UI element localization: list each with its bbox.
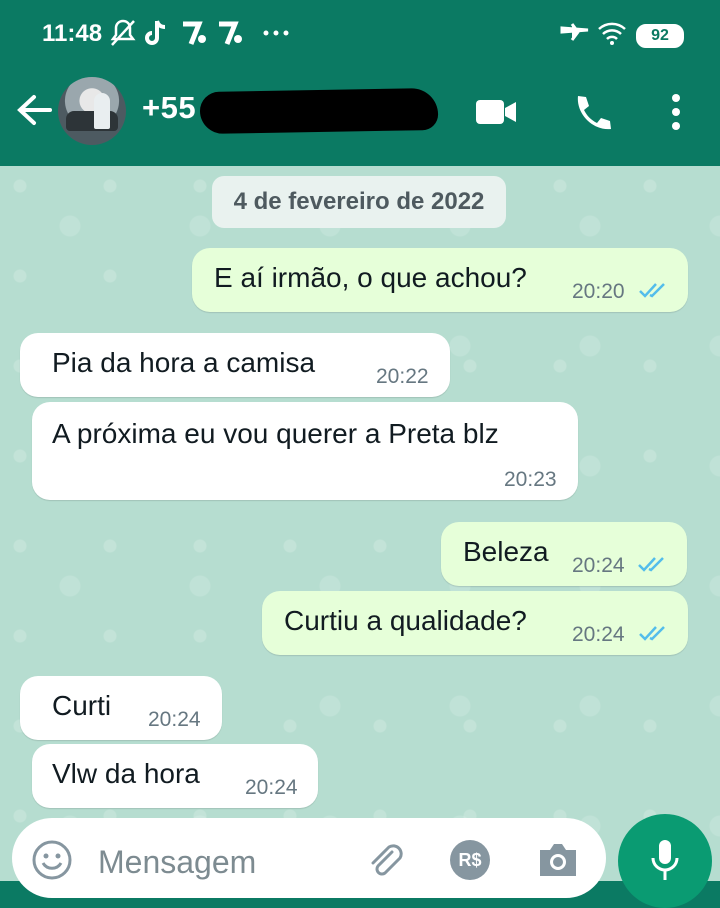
top-bar: 11:48 92 +55 (0, 0, 720, 166)
message-composer[interactable]: Mensagem R$ (12, 818, 606, 898)
message-time: 20:24 (572, 554, 625, 577)
payment-icon[interactable]: R$ (450, 840, 490, 880)
read-receipt-icon (638, 557, 664, 572)
emoji-icon[interactable] (30, 838, 74, 882)
avatar-person (94, 93, 110, 129)
message-text: E aí irmão, o que achou? (214, 262, 527, 293)
message-text: A próxima eu vou querer a Preta blz (52, 418, 499, 449)
message-text: Pia da hora a camisa (52, 347, 316, 378)
contact-avatar[interactable] (58, 77, 126, 145)
read-receipt-icon (639, 626, 665, 641)
message-time: 20:24 (245, 776, 298, 799)
chat-header: +55 (0, 70, 720, 166)
tiktok-icon (144, 18, 168, 54)
more-options-icon[interactable] (656, 92, 696, 132)
app-notification-icon (180, 18, 210, 54)
read-receipt-icon (639, 283, 665, 298)
message-input[interactable]: Mensagem (98, 844, 256, 881)
app-notification-icon-2 (216, 18, 246, 54)
message-bubble-incoming[interactable]: Vlw da hora 20:24 (32, 744, 318, 808)
mute-notifications-icon (110, 18, 136, 54)
message-bubble-incoming[interactable]: Curti 20:24 (20, 676, 222, 740)
message-time: 20:24 (148, 708, 201, 731)
status-time: 11:48 (42, 20, 103, 47)
wifi-icon (596, 18, 628, 54)
video-call-icon[interactable] (474, 92, 518, 132)
avatar-car (66, 111, 118, 131)
message-text: Beleza (463, 536, 549, 567)
attachment-icon[interactable] (362, 838, 406, 882)
redaction-mark (199, 87, 439, 135)
message-time: 20:24 (572, 623, 625, 646)
message-bubble-outgoing[interactable]: E aí irmão, o que achou? 20:20 (192, 248, 688, 312)
message-text: Curtiu a qualidade? (284, 605, 527, 636)
contact-name[interactable]: +55 (142, 90, 196, 126)
battery-indicator: 92 (636, 24, 684, 48)
chat-area[interactable]: 4 de fevereiro de 2022 E aí irmão, o que… (0, 166, 720, 881)
message-text: Curti (52, 690, 112, 721)
message-time: 20:22 (376, 365, 429, 388)
status-bar: 11:48 92 (0, 0, 720, 70)
message-time: 20:23 (504, 468, 557, 491)
voice-call-icon[interactable] (570, 92, 614, 132)
voice-message-button[interactable] (618, 814, 712, 908)
airplane-mode-icon (560, 18, 590, 54)
camera-icon[interactable] (536, 840, 580, 880)
microphone-icon (649, 838, 681, 887)
back-arrow-icon[interactable] (14, 90, 54, 130)
message-bubble-outgoing[interactable]: Curtiu a qualidade? 20:24 (262, 591, 688, 655)
message-bubble-incoming[interactable]: A próxima eu vou querer a Preta blz 20:2… (32, 402, 578, 500)
message-text: Vlw da hora (52, 758, 200, 789)
date-separator: 4 de fevereiro de 2022 (212, 176, 506, 228)
message-time: 20:20 (572, 280, 625, 303)
message-bubble-incoming[interactable]: Pia da hora a camisa 20:22 (20, 333, 450, 397)
more-notifications-icon (262, 18, 292, 54)
message-bubble-outgoing[interactable]: Beleza 20:24 (441, 522, 687, 586)
